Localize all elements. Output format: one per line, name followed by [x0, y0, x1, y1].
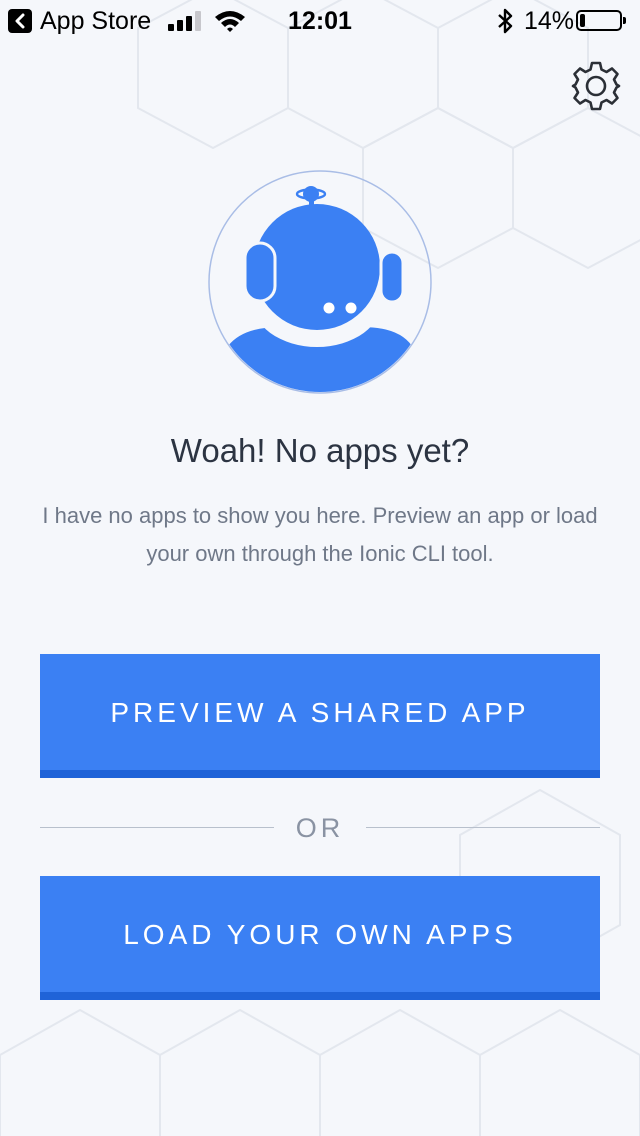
- load-own-apps-button[interactable]: LOAD YOUR OWN APPS: [40, 876, 600, 1000]
- status-bar: App Store 12:01 14%: [0, 0, 640, 40]
- gear-icon: [571, 61, 621, 111]
- settings-button[interactable]: [566, 58, 626, 114]
- empty-state-title: Woah! No apps yet?: [170, 432, 470, 469]
- bluetooth-icon: [498, 8, 513, 34]
- battery-level: [580, 14, 585, 27]
- divider-line-right: [366, 827, 600, 828]
- app-screen: App Store 12:01 14% Woah! No apps yet? I…: [0, 0, 640, 1136]
- battery-icon: [576, 10, 626, 31]
- battery-percentage: 14%: [524, 7, 575, 35]
- preview-shared-app-button[interactable]: PREVIEW A SHARED APP: [40, 654, 600, 778]
- or-divider: OR: [40, 806, 600, 850]
- divider-label: OR: [295, 813, 345, 843]
- empty-state-description: I have no apps to show you here. Preview…: [42, 503, 598, 566]
- robot-astronaut-icon: [206, 168, 434, 396]
